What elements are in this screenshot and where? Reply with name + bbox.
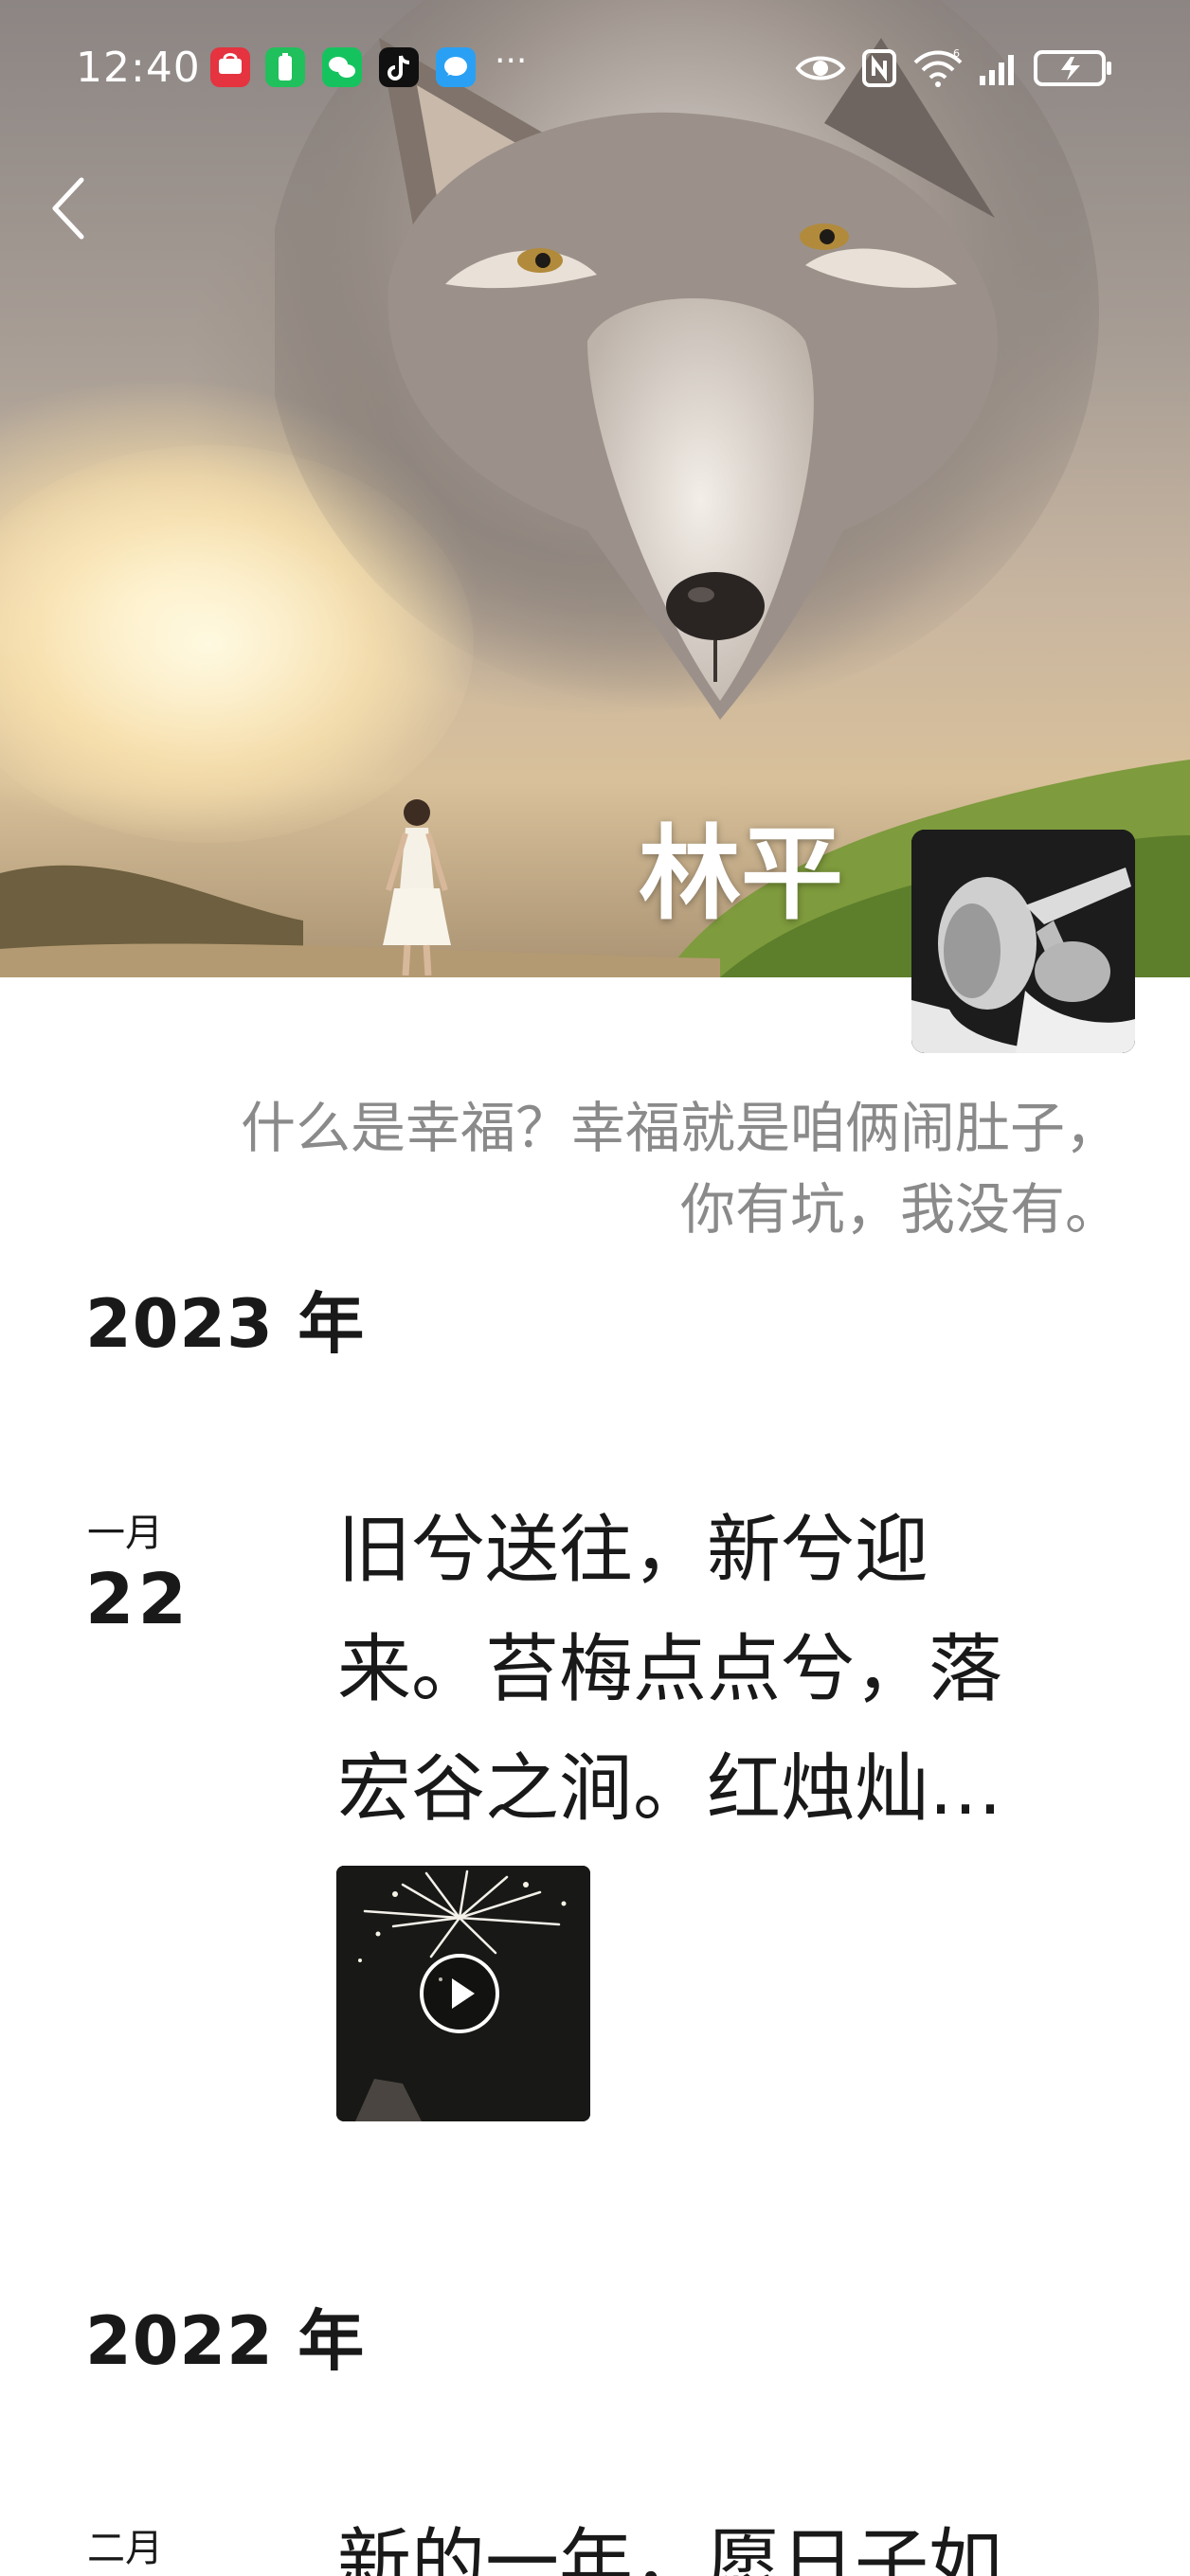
play-icon <box>452 1978 475 2009</box>
play-button[interactable] <box>420 1954 499 2033</box>
profile-signature: 什么是幸福？幸福就是咱俩闹肚子， 你有坑，我没有。 <box>38 1087 1120 1250</box>
battery-charging-icon <box>1034 50 1111 86</box>
moments-profile-page: 12:40 ··· 6 林平 什么是幸福？幸福就是咱俩闹肚子， 你有坑，我没有。… <box>0 0 1190 2576</box>
post-text-line: 旧兮送往，新兮迎 <box>337 1508 929 1593</box>
wechat-icon <box>322 47 362 87</box>
post-text-line: 宏谷之涧。红烛灿… <box>337 1746 1003 1832</box>
wolf-illustration <box>275 0 1099 720</box>
cellular-signal-icon <box>980 55 1014 85</box>
post-text-line: 来。苔梅点点兮，落 <box>337 1627 1003 1712</box>
video-thumbnail[interactable] <box>336 1866 590 2121</box>
post-text[interactable]: 旧兮送往，新兮迎 来。苔梅点点兮，落 宏谷之涧。红烛灿… <box>337 1491 1095 1849</box>
status-time: 12:40 <box>76 44 201 92</box>
avatar[interactable] <box>911 830 1135 1053</box>
message-icon <box>436 47 476 87</box>
status-bar: 12:40 ··· 6 <box>0 38 1190 98</box>
eye-comfort-icon <box>795 56 846 80</box>
post-month: 二月 <box>87 2527 163 2570</box>
signature-line-1: 什么是幸福？幸福就是咱俩闹肚子， <box>240 1096 1120 1160</box>
chevron-left-icon <box>52 177 84 240</box>
year-header-2022: 2022 年 <box>85 2302 366 2380</box>
battery-app-icon <box>265 47 305 87</box>
profile-name: 林平 <box>638 815 843 934</box>
svg-text:6: 6 <box>953 47 960 60</box>
status-overflow: ··· <box>495 42 528 80</box>
year-header-2023: 2023 年 <box>85 1285 366 1363</box>
post-text[interactable]: 新的一年，愿日子如 <box>337 2504 1095 2576</box>
status-right-icons: 6 <box>794 45 1114 91</box>
post-day: 22 <box>85 1559 190 1640</box>
girl-figure <box>383 799 451 975</box>
post-month: 一月 <box>87 1512 163 1555</box>
wifi-6-icon: 6 <box>913 47 963 87</box>
post-text-line: 新的一年，愿日子如 <box>337 2521 1003 2576</box>
tiktok-icon <box>379 47 419 87</box>
back-button[interactable] <box>38 170 99 246</box>
avatar-photo <box>911 830 1135 1053</box>
nfc-icon <box>862 49 896 87</box>
signature-line-2: 你有坑，我没有。 <box>679 1177 1120 1242</box>
huawei-appgallery-icon <box>210 47 250 87</box>
